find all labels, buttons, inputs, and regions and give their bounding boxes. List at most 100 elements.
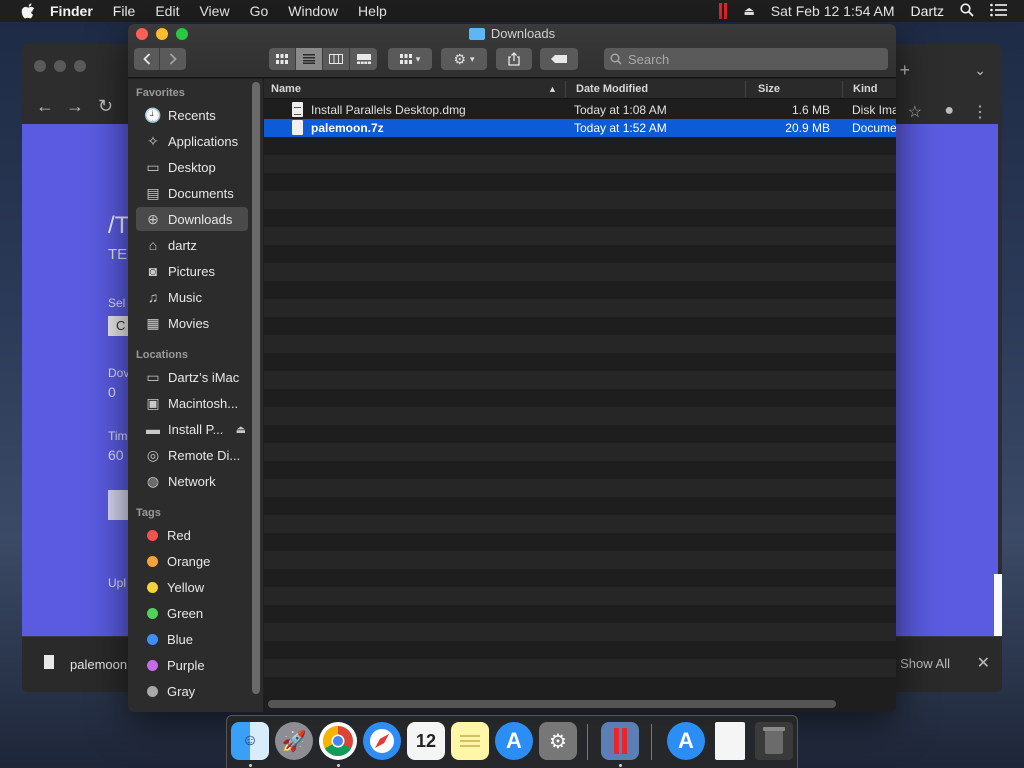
back-button[interactable]: [134, 48, 160, 70]
pictures-icon: ◙: [148, 263, 158, 279]
select-box-fragment[interactable]: C: [108, 316, 130, 336]
column-view-button[interactable]: [323, 48, 350, 70]
action-menu-button[interactable]: ⚙ ▾: [441, 48, 487, 70]
sidebar-item-pictures[interactable]: ◙ Pictures: [136, 259, 248, 283]
gallery-view-button[interactable]: [350, 48, 377, 70]
forward-button[interactable]: [160, 48, 186, 70]
chrome-dock-icon[interactable]: [319, 722, 357, 760]
spotlight-search-icon[interactable]: [960, 2, 974, 20]
close-downloads-shelf-icon[interactable]: ✕: [977, 653, 990, 673]
tags-heading: Tags: [136, 507, 161, 519]
horizontal-scrollbar[interactable]: [268, 700, 836, 708]
column-header-size[interactable]: Size: [758, 83, 780, 95]
sidebar-item-label: Green: [167, 605, 204, 621]
sidebar-item-movies[interactable]: ▦ Movies: [136, 311, 248, 335]
tab-search-chevron-icon[interactable]: ⌄: [974, 62, 986, 79]
menu-go[interactable]: Go: [250, 3, 269, 19]
share-button[interactable]: [496, 48, 532, 70]
sidebar-tag-purple[interactable]: Purple: [136, 653, 248, 677]
reload-icon[interactable]: ↻: [98, 96, 113, 117]
new-tab-icon[interactable]: +: [899, 60, 910, 81]
menu-help[interactable]: Help: [358, 3, 387, 19]
eject-icon[interactable]: ⏏: [236, 423, 246, 436]
browser-menu-icon[interactable]: ⋮: [972, 102, 988, 122]
upload-text-fragment: Upl: [108, 576, 127, 590]
downloads-stack-dock-icon[interactable]: A: [667, 722, 705, 760]
file-name: palemoon.7z: [311, 121, 384, 135]
sidebar-tag-gray[interactable]: Gray: [136, 679, 248, 703]
sidebar-item-music[interactable]: ♫ Music: [136, 285, 248, 309]
table-row-selected[interactable]: palemoon.7z Today at 1:52 AM 20.9 MB Doc…: [264, 119, 896, 137]
safari-dock-icon[interactable]: [363, 722, 401, 760]
sidebar-item-documents[interactable]: ▤ Documents: [136, 181, 248, 205]
trash-dock-icon[interactable]: [755, 722, 793, 760]
sidebar-item-recents[interactable]: 🕘 Recents: [136, 103, 248, 127]
sidebar-item-network[interactable]: ◍ Network: [136, 469, 248, 493]
file-kind: Docume: [852, 121, 896, 135]
menu-app-name[interactable]: Finder: [50, 3, 93, 19]
apple-menu-icon[interactable]: [20, 3, 36, 19]
finder-window[interactable]: Downloads ▾ ⚙ ▾ Search Favorites 🕘 Recen…: [128, 24, 896, 712]
menu-edit[interactable]: Edit: [155, 3, 179, 19]
sidebar-tag-green[interactable]: Green: [136, 601, 248, 625]
sidebar-item-imac[interactable]: ▭ Dartz’s iMac: [136, 365, 248, 389]
documents-icon: ▤: [146, 184, 160, 201]
sidebar-item-downloads[interactable]: ⊕ Downloads: [136, 207, 248, 231]
sidebar-scrollbar[interactable]: [252, 82, 260, 694]
parallels-status-icon[interactable]: [719, 3, 728, 19]
sidebar-tag-red[interactable]: Red: [136, 523, 248, 547]
sidebar-item-label: Dartz’s iMac: [168, 369, 240, 385]
forward-arrow-icon[interactable]: →: [66, 96, 84, 117]
download-item-name[interactable]: palemoon: [70, 657, 127, 672]
sort-ascending-icon: ▲: [548, 84, 557, 94]
back-arrow-icon[interactable]: ←: [36, 96, 54, 117]
sidebar-tag-blue[interactable]: Blue: [136, 627, 248, 651]
sidebar-item-home[interactable]: ⌂ dartz: [136, 233, 248, 257]
select-label-fragment: Sel: [108, 296, 126, 310]
bookmark-star-icon[interactable]: ☆: [908, 102, 922, 122]
list-view-button[interactable]: [296, 48, 323, 70]
edit-tags-button[interactable]: [540, 48, 578, 70]
column-header-name[interactable]: Name: [271, 83, 301, 95]
table-row[interactable]: Install Parallels Desktop.dmg Today at 1…: [264, 101, 896, 119]
system-preferences-dock-icon[interactable]: ⚙: [539, 722, 577, 760]
page-scrollbar[interactable]: [994, 574, 1002, 636]
menu-view[interactable]: View: [199, 3, 229, 19]
menu-clock[interactable]: Sat Feb 12 1:54 AM: [771, 3, 895, 19]
parallels-dock-icon[interactable]: [601, 722, 639, 760]
sidebar-item-label: Downloads: [168, 211, 233, 227]
folder-icon: [468, 27, 485, 40]
sidebar-tag-orange[interactable]: Orange: [136, 549, 248, 573]
column-header-date-modified[interactable]: Date Modified: [576, 83, 648, 95]
app-store-dock-icon[interactable]: A: [495, 722, 533, 760]
calendar-dock-icon[interactable]: 12: [407, 722, 445, 760]
sidebar-item-macintosh-hd[interactable]: ▣ Macintosh...: [136, 391, 248, 415]
sidebar-item-desktop[interactable]: ▭ Desktop: [136, 155, 248, 179]
menu-window[interactable]: Window: [288, 3, 338, 19]
eject-status-icon[interactable]: ⏏: [743, 4, 754, 18]
sidebar-tag-yellow[interactable]: Yellow: [136, 575, 248, 599]
file-name: Install Parallels Desktop.dmg: [311, 103, 466, 117]
upload-button-fragment[interactable]: [108, 490, 130, 520]
disk-icon: ▣: [146, 394, 160, 411]
sidebar-item-remote-disc[interactable]: ◎ Remote Di...: [136, 443, 248, 467]
notification-center-icon[interactable]: [990, 3, 1008, 20]
menu-bar: Finder File Edit View Go Window Help ⏏ S…: [0, 0, 1024, 22]
launchpad-dock-icon[interactable]: 🚀: [275, 722, 313, 760]
group-by-button[interactable]: ▾: [388, 48, 432, 70]
column-header-kind[interactable]: Kind: [853, 83, 877, 95]
search-field[interactable]: Search: [604, 48, 888, 70]
desktop-icon: ▭: [146, 158, 160, 175]
icon-view-button[interactable]: [269, 48, 296, 70]
show-all-downloads-link[interactable]: Show All: [900, 656, 950, 671]
finder-dock-icon[interactable]: ☺: [231, 722, 269, 760]
view-mode-control: [269, 48, 377, 70]
menu-file[interactable]: File: [113, 3, 136, 19]
sidebar-item-applications[interactable]: ✧ Applications: [136, 129, 248, 153]
download-file-icon: [44, 655, 54, 669]
menu-user[interactable]: Dartz: [911, 3, 944, 19]
notes-dock-icon[interactable]: [451, 722, 489, 760]
profile-icon[interactable]: ●: [944, 102, 954, 120]
sidebar-item-install-parallels[interactable]: ▬ Install P... ⏏: [136, 417, 248, 441]
document-dock-icon[interactable]: [715, 722, 745, 760]
